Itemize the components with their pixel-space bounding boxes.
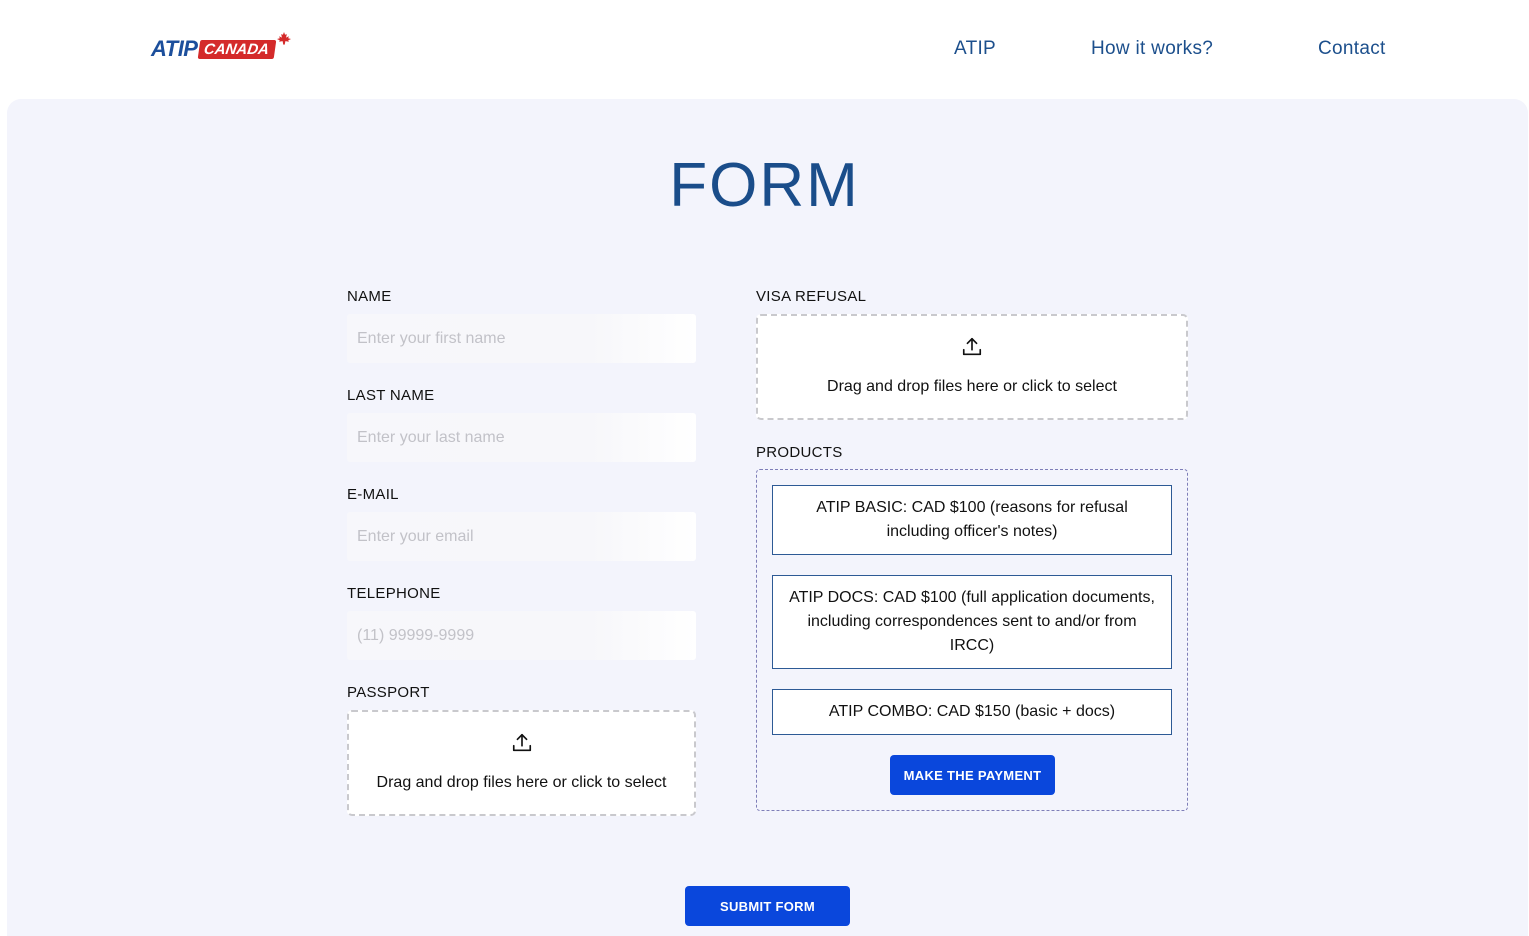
product-option-docs[interactable]: ATIP DOCS: CAD $100 (full application do… <box>772 575 1172 669</box>
product-option-combo[interactable]: ATIP COMBO: CAD $150 (basic + docs) <box>772 689 1172 735</box>
product-option-combo-text: ATIP COMBO: CAD $150 (basic + docs) <box>828 703 1116 720</box>
email-input[interactable] <box>347 512 696 561</box>
logo-atip-text: ATIP <box>151 36 198 61</box>
last-name-input[interactable] <box>347 413 696 462</box>
product-option-basic[interactable]: ATIP BASIC: CAD $100 (reasons for refusa… <box>772 485 1172 555</box>
passport-dropzone-text: Drag and drop files here or click to sel… <box>376 774 667 791</box>
email-label: E-MAIL <box>347 486 399 503</box>
upload-icon <box>962 337 982 356</box>
product-option-basic-text: ATIP BASIC: CAD $100 (reasons for refusa… <box>816 499 1128 540</box>
products-label: PRODUCTS <box>756 444 843 461</box>
atip-canada-logo[interactable]: ATIP CANADA <box>151 32 291 64</box>
product-option-docs-text: ATIP DOCS: CAD $100 (full application do… <box>789 589 1155 654</box>
name-label: NAME <box>347 288 392 305</box>
passport-label: PASSPORT <box>347 684 430 701</box>
make-payment-button[interactable]: MAKE THE PAYMENT <box>890 755 1055 795</box>
nav-link-atip[interactable]: ATIP <box>954 38 996 60</box>
visa-refusal-dropzone-text: Drag and drop files here or click to sel… <box>827 378 1117 395</box>
page-title: FORM <box>669 151 860 220</box>
nav-link-how-it-works[interactable]: How it works? <box>1091 38 1213 60</box>
passport-dropzone[interactable]: Drag and drop files here or click to sel… <box>347 710 696 816</box>
site-header: ATIP CANADA ATIP How it works? Contact <box>0 0 1529 99</box>
telephone-input[interactable] <box>347 611 696 660</box>
logo-canada-text: CANADA <box>198 39 277 59</box>
upload-icon <box>512 733 531 752</box>
maple-leaf-icon <box>277 32 291 45</box>
last-name-label: LAST NAME <box>347 387 435 404</box>
submit-form-button[interactable]: SUBMIT FORM <box>685 886 850 926</box>
first-name-input[interactable] <box>347 314 696 363</box>
nav-link-contact[interactable]: Contact <box>1318 38 1386 60</box>
telephone-label: TELEPHONE <box>347 585 441 602</box>
visa-refusal-dropzone[interactable]: Drag and drop files here or click to sel… <box>756 314 1188 420</box>
visa-refusal-label: VISA REFUSAL <box>756 288 867 305</box>
